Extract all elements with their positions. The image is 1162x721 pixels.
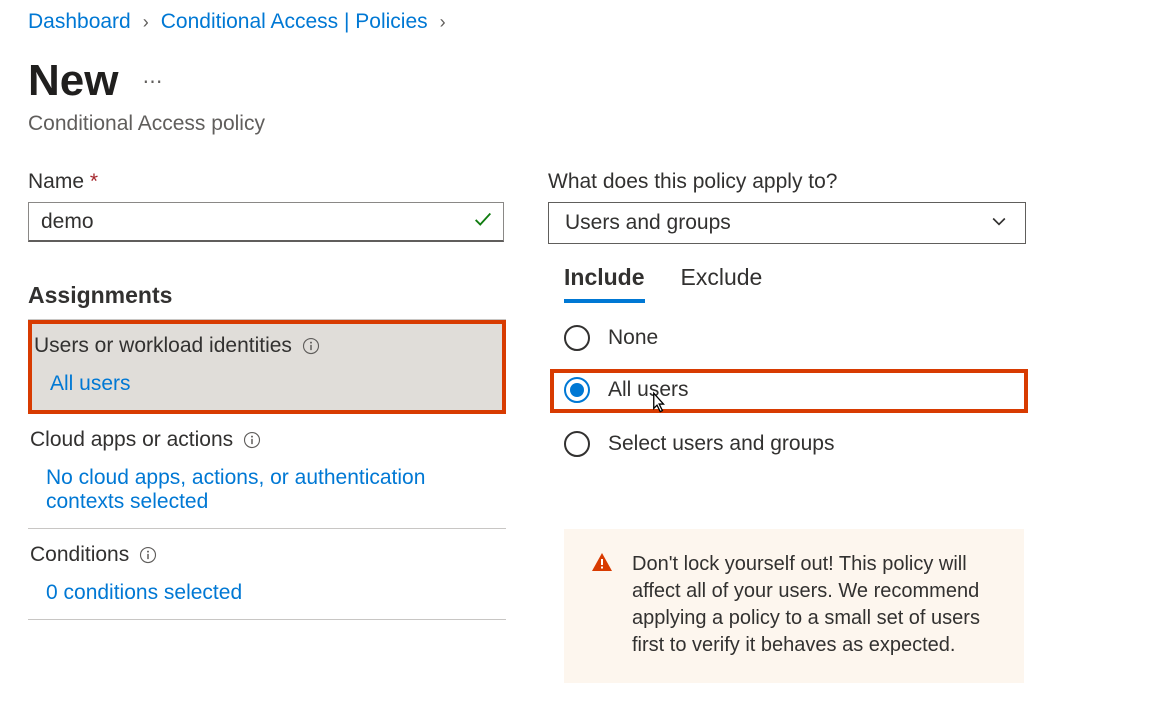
- dropdown-selected-value: Users and groups: [565, 211, 731, 235]
- assignment-cloud-apps[interactable]: Cloud apps or actions No cloud apps, act…: [28, 414, 506, 529]
- warning-text: Don't lock yourself out! This policy wil…: [632, 553, 980, 656]
- apply-to-label: What does this policy apply to?: [548, 170, 1028, 194]
- info-icon[interactable]: [302, 337, 320, 355]
- info-icon[interactable]: [139, 546, 157, 564]
- assignment-value[interactable]: 0 conditions selected: [30, 581, 504, 605]
- assignment-value[interactable]: All users: [34, 372, 500, 396]
- tab-exclude[interactable]: Exclude: [681, 264, 763, 303]
- radio-icon: [564, 377, 590, 403]
- cursor-icon: [644, 390, 670, 423]
- radio-select-users-groups[interactable]: Select users and groups: [564, 431, 1028, 457]
- info-icon[interactable]: [243, 431, 261, 449]
- chevron-right-icon: ›: [440, 12, 446, 33]
- radio-none[interactable]: None: [564, 325, 1028, 351]
- warning-icon: [590, 551, 614, 583]
- assignment-title: Cloud apps or actions: [30, 428, 233, 452]
- warning-message: Don't lock yourself out! This policy wil…: [564, 529, 1024, 683]
- assignment-value[interactable]: No cloud apps, actions, or authenticatio…: [30, 466, 504, 514]
- assignment-title: Conditions: [30, 543, 129, 567]
- include-exclude-tabs: Include Exclude: [548, 264, 1028, 303]
- breadcrumb-dashboard[interactable]: Dashboard: [28, 10, 131, 34]
- page-subtitle: Conditional Access policy: [28, 112, 1134, 136]
- name-input[interactable]: [28, 202, 504, 242]
- radio-label: Select users and groups: [608, 432, 834, 456]
- tab-include[interactable]: Include: [564, 264, 645, 303]
- assignment-title: Users or workload identities: [34, 334, 292, 358]
- breadcrumb: Dashboard › Conditional Access | Policie…: [28, 10, 1134, 34]
- chevron-down-icon: [989, 211, 1009, 236]
- page-title: New: [28, 56, 118, 106]
- include-radio-group: None All users Select users and groups: [548, 325, 1028, 457]
- assignments-heading: Assignments: [28, 282, 506, 320]
- highlighted-selection: All users: [550, 369, 1028, 413]
- required-indicator: *: [90, 170, 98, 193]
- radio-label: None: [608, 326, 658, 350]
- assignment-conditions[interactable]: Conditions 0 conditions selected: [28, 529, 506, 620]
- radio-icon: [564, 325, 590, 351]
- more-actions-button[interactable]: ⋯: [142, 69, 164, 94]
- chevron-right-icon: ›: [143, 12, 149, 33]
- radio-icon: [564, 431, 590, 457]
- assignment-users-identities[interactable]: Users or workload identities All users: [28, 320, 506, 414]
- name-label: Name *: [28, 170, 506, 194]
- apply-to-dropdown[interactable]: Users and groups: [548, 202, 1026, 244]
- breadcrumb-conditional-access-policies[interactable]: Conditional Access | Policies: [161, 10, 428, 34]
- check-icon: [472, 208, 494, 236]
